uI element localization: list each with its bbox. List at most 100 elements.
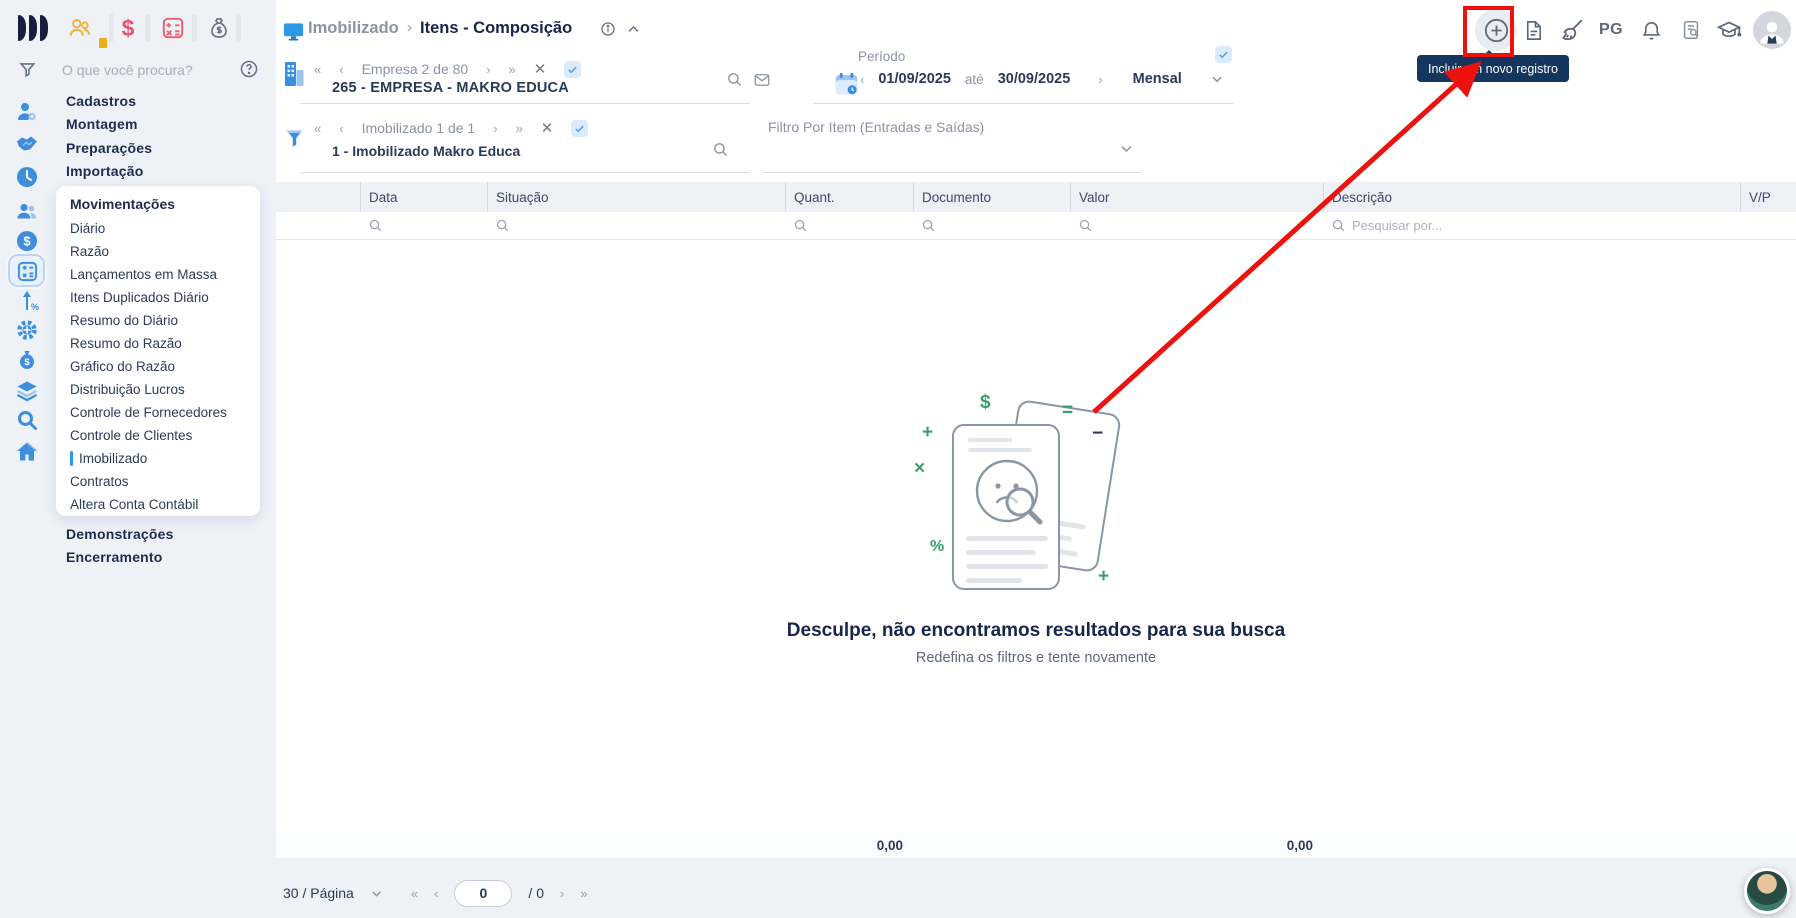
next-period-button[interactable]: › xyxy=(1098,72,1102,87)
prev-period-button[interactable]: ‹ xyxy=(860,72,864,87)
submenu-item[interactable]: Itens Duplicados Diário xyxy=(70,286,260,309)
column-header-vp[interactable]: V/P xyxy=(1740,182,1796,212)
sidebar-search[interactable]: O que você procura? xyxy=(0,56,276,86)
help-icon[interactable] xyxy=(239,59,259,79)
clients-module-icon[interactable] xyxy=(66,14,94,42)
search-cell-valor[interactable] xyxy=(1070,212,1323,239)
submenu-item[interactable]: Controle de Fornecedores xyxy=(70,401,260,424)
training-button[interactable] xyxy=(1716,17,1742,43)
rail-home-icon[interactable] xyxy=(15,439,39,463)
column-header-quant[interactable]: Quant. xyxy=(785,182,913,212)
sidebar-item-importacao[interactable]: Importação xyxy=(66,163,143,179)
search-cell-documento[interactable] xyxy=(913,212,1070,239)
last-page-button[interactable]: » xyxy=(580,886,587,901)
next-page-button[interactable]: › xyxy=(560,886,564,901)
payroll-module-icon[interactable] xyxy=(205,14,233,42)
item-filter-chevron-icon[interactable] xyxy=(1119,141,1134,156)
prev-page-button[interactable]: ‹ xyxy=(434,886,438,901)
collapse-chevron-icon[interactable] xyxy=(626,22,641,37)
submenu-item[interactable]: Resumo do Razão xyxy=(70,332,260,355)
support-chat-avatar[interactable] xyxy=(1744,868,1790,914)
sidebar-item-cadastros[interactable]: Cadastros xyxy=(66,93,136,109)
notifications-button[interactable] xyxy=(1638,17,1664,43)
accounting-module-icon[interactable] xyxy=(159,14,187,42)
report-button[interactable] xyxy=(1520,17,1546,43)
submenu-item[interactable]: Distribuição Lucros xyxy=(70,378,260,401)
rail-time-icon[interactable] xyxy=(15,165,39,189)
rail-taxes-icon[interactable]: $ xyxy=(15,348,39,372)
sidebar-search-placeholder[interactable]: O que você procura? xyxy=(62,62,193,78)
period-checkbox[interactable] xyxy=(1215,46,1232,63)
search-cell-descricao[interactable] xyxy=(1323,212,1740,239)
period-mode-select[interactable]: Mensal xyxy=(1133,71,1182,87)
record-search-icon[interactable] xyxy=(712,141,729,158)
sidebar-item-movimentacoes[interactable]: Movimentações xyxy=(70,196,260,212)
rail-layers-icon[interactable] xyxy=(15,378,39,402)
submenu-item[interactable]: Controle de Clientes xyxy=(70,424,260,447)
first-page-button[interactable]: « xyxy=(411,886,418,901)
calendar-icon[interactable] xyxy=(833,70,860,97)
breadcrumb-parent[interactable]: Imobilizado xyxy=(308,19,399,38)
search-cell-situacao[interactable] xyxy=(487,212,785,239)
submenu-item[interactable]: Contratos xyxy=(70,470,260,493)
sidebar-item-montagem[interactable]: Montagem xyxy=(66,116,138,132)
app-logo-icon[interactable] xyxy=(18,15,48,41)
rail-settings-icon[interactable] xyxy=(15,318,39,342)
company-search-icon[interactable] xyxy=(726,71,743,88)
rail-search-icon[interactable] xyxy=(15,408,39,432)
clear-company-button[interactable]: ✕ xyxy=(534,60,547,78)
submenu-item[interactable]: Altera Conta Contábil xyxy=(70,493,260,516)
email-icon[interactable] xyxy=(753,71,771,89)
first-record-button[interactable]: « xyxy=(314,121,321,136)
per-page-select[interactable]: 30 / Página xyxy=(283,885,354,901)
page-number-input[interactable] xyxy=(454,879,513,907)
sidebar-item-preparacoes[interactable]: Preparações xyxy=(66,140,152,156)
per-page-chevron-icon[interactable] xyxy=(370,887,383,900)
descricao-search-input[interactable] xyxy=(1352,218,1652,233)
submenu-item[interactable]: Lançamentos em Massa xyxy=(70,263,260,286)
rail-finance-icon[interactable]: $ xyxy=(15,229,39,253)
rail-people-icon[interactable] xyxy=(15,199,39,223)
column-header-descricao[interactable]: Descrição xyxy=(1323,182,1740,212)
search-cell-data[interactable] xyxy=(360,212,487,239)
column-header-data[interactable]: Data xyxy=(360,182,487,212)
prev-record-button[interactable]: ‹ xyxy=(339,121,343,136)
rail-accounting-icon-active[interactable] xyxy=(15,259,39,283)
last-company-button[interactable]: » xyxy=(509,62,516,77)
search-cell-quant[interactable] xyxy=(785,212,913,239)
clear-record-button[interactable]: ✕ xyxy=(541,119,554,137)
submenu-item[interactable]: Gráfico do Razão xyxy=(70,355,260,378)
rail-partnership-icon[interactable] xyxy=(15,131,39,155)
next-company-button[interactable]: › xyxy=(486,62,490,77)
column-header-situacao[interactable]: Situação xyxy=(487,182,785,212)
prev-company-button[interactable]: ‹ xyxy=(339,62,343,77)
rail-registrations-icon[interactable] xyxy=(15,100,39,124)
period-mode-chevron-icon[interactable] xyxy=(1210,72,1224,86)
sidebar-item-demonstracoes[interactable]: Demonstrações xyxy=(66,526,174,542)
info-icon[interactable] xyxy=(600,21,616,37)
column-header-documento[interactable]: Documento xyxy=(913,182,1070,212)
period-end-date[interactable]: 30/09/2025 xyxy=(998,71,1071,87)
clear-filters-button[interactable] xyxy=(1559,17,1585,43)
rail-results-icon[interactable]: % xyxy=(15,289,39,313)
last-record-button[interactable]: » xyxy=(516,121,523,136)
first-company-button[interactable]: « xyxy=(314,62,321,77)
record-checkbox[interactable] xyxy=(571,119,589,137)
column-header-valor[interactable]: Valor xyxy=(1070,182,1323,212)
active-indicator-bar xyxy=(70,451,73,466)
next-record-button[interactable]: › xyxy=(493,121,497,136)
svg-text:$: $ xyxy=(24,357,30,368)
item-filter-label[interactable]: Filtro Por Item (Entradas e Saídas) xyxy=(768,119,984,135)
submenu-item[interactable]: Resumo do Diário xyxy=(70,309,260,332)
record-field-underline xyxy=(300,172,750,173)
submenu-item[interactable]: Diário xyxy=(70,217,260,240)
user-avatar[interactable] xyxy=(1753,11,1791,49)
submenu-item-imobilizado-active[interactable]: Imobilizado xyxy=(70,447,260,470)
financial-module-icon[interactable]: $ xyxy=(114,14,142,42)
pg-button[interactable]: PG xyxy=(1598,17,1624,43)
audit-log-button[interactable] xyxy=(1678,17,1704,43)
sidebar-item-encerramento[interactable]: Encerramento xyxy=(66,549,163,565)
submenu-item[interactable]: Razão xyxy=(70,240,260,263)
period-start-date[interactable]: 01/09/2025 xyxy=(878,71,951,87)
company-checkbox[interactable] xyxy=(564,60,582,78)
